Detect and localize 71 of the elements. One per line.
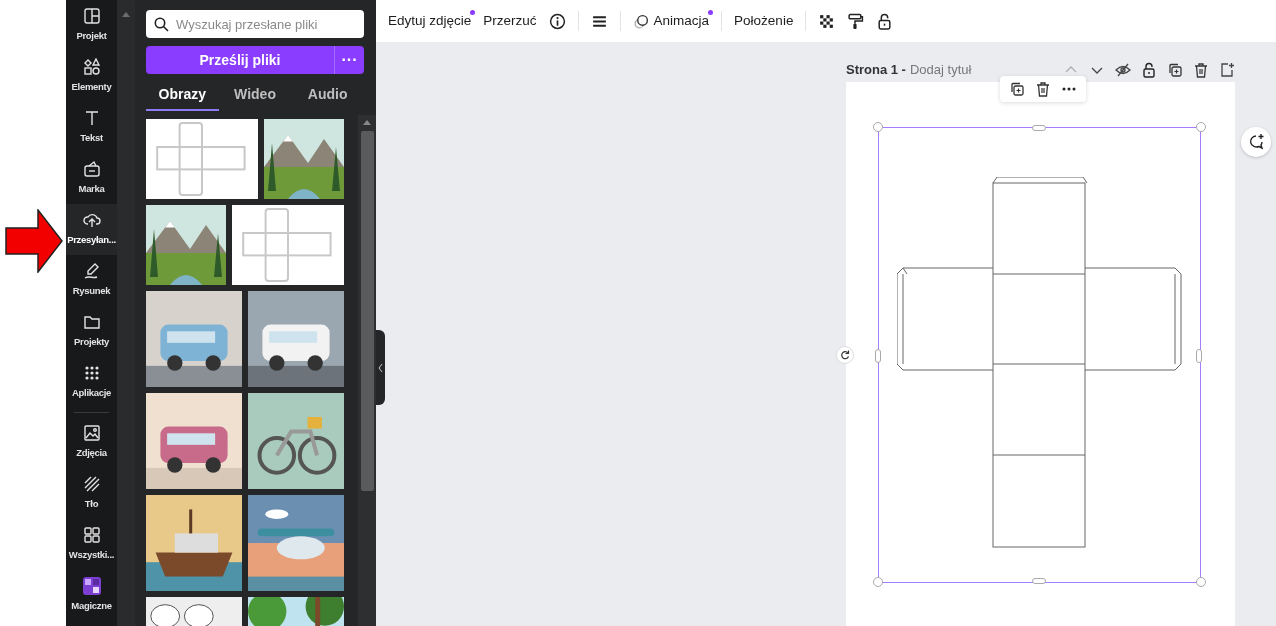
folder-icon (82, 313, 101, 332)
scroll-up-icon[interactable] (122, 12, 130, 17)
resize-handle[interactable] (1196, 122, 1206, 132)
resize-handle[interactable] (1196, 349, 1202, 363)
page-title-field[interactable]: Dodaj tytuł (909, 60, 972, 80)
lock-icon (1141, 62, 1157, 78)
trash-icon (1035, 81, 1051, 97)
briefcase-icon (82, 160, 101, 179)
toolbar-button[interactable]: Edytuj zdjęcie (388, 10, 472, 32)
add-page-button[interactable] (1219, 62, 1235, 78)
trash-icon (1193, 62, 1209, 78)
rotate-handle[interactable] (836, 346, 854, 364)
info-icon[interactable] (548, 12, 566, 30)
toolbar-button[interactable]: Położenie (734, 10, 794, 32)
page-label: Strona 1 - (846, 61, 906, 80)
upload-cloud-icon (82, 211, 101, 230)
chevron-left-icon (378, 363, 383, 372)
resize-handle[interactable] (1032, 125, 1046, 131)
pen-icon (82, 262, 101, 281)
checkerboard-icon[interactable] (818, 12, 836, 30)
tab[interactable]: Obrazy (146, 78, 219, 111)
duplicate-button[interactable] (1167, 62, 1183, 78)
resize-handle[interactable] (873, 577, 883, 587)
tab[interactable]: Audio (291, 78, 364, 111)
scroll-up-icon[interactable] (363, 120, 371, 125)
duplicate-button[interactable] (1009, 81, 1025, 97)
sidebar-item[interactable]: Projekty (66, 306, 117, 357)
rotate-icon (840, 350, 850, 360)
sidebar-item[interactable]: Elementy (66, 51, 117, 102)
tab[interactable]: Wideo (218, 78, 292, 111)
add-page-icon (1219, 62, 1235, 78)
apps-icon (82, 526, 101, 545)
eye-slash-icon (1115, 62, 1131, 78)
lock-button[interactable] (1141, 62, 1157, 78)
upload-button[interactable]: Prześlij pliki (146, 46, 334, 74)
sidebar-item[interactable]: Tekst (66, 102, 117, 153)
resize-handle[interactable] (1032, 578, 1046, 584)
shapes-icon (82, 58, 101, 77)
trash-button[interactable] (1035, 81, 1051, 97)
toolbar-button[interactable]: Przerzuć (483, 10, 537, 32)
duplicate-icon (1009, 81, 1025, 97)
more-button[interactable]: ··· (334, 46, 364, 74)
resize-handle[interactable] (875, 349, 881, 363)
image-icon (82, 424, 101, 443)
search-field[interactable]: Wyszukaj przesłane pliki (146, 10, 364, 38)
lock-icon[interactable] (876, 12, 894, 30)
animation-icon (632, 12, 650, 30)
paint-roller-icon[interactable] (847, 12, 865, 30)
sidebar-item[interactable]: Zdjęcia (66, 417, 117, 468)
sidebar-item[interactable]: Marka (66, 153, 117, 204)
collapse-handle[interactable] (376, 330, 385, 405)
stripes-icon (82, 475, 101, 494)
sidebar-item[interactable]: Tło (66, 468, 117, 519)
sidebar-item[interactable]: Rysunek (66, 255, 117, 306)
sidebar-item[interactable]: Przesyłan... (66, 204, 117, 255)
sidebar-item[interactable]: Aplikacje (66, 357, 117, 408)
sidebar-item[interactable]: Magiczne (66, 570, 117, 621)
add-comment-icon (1247, 133, 1265, 151)
toolbar-button[interactable]: Animacja (632, 10, 710, 32)
resize-handle[interactable] (1196, 577, 1206, 587)
magic-icon (82, 577, 101, 596)
resize-handle[interactable] (873, 122, 883, 132)
eye-slash-button[interactable] (1115, 62, 1131, 78)
duplicate-icon (1167, 62, 1183, 78)
sidebar-item[interactable]: Projekt (66, 0, 117, 51)
sidebar-item[interactable]: Wszystki... (66, 519, 117, 570)
arrow-drawing (5, 209, 63, 273)
trash-button[interactable] (1193, 62, 1209, 78)
scrollbar-thumb[interactable] (361, 131, 374, 491)
add-comment-button[interactable] (1241, 127, 1271, 157)
layout-icon (82, 7, 101, 26)
